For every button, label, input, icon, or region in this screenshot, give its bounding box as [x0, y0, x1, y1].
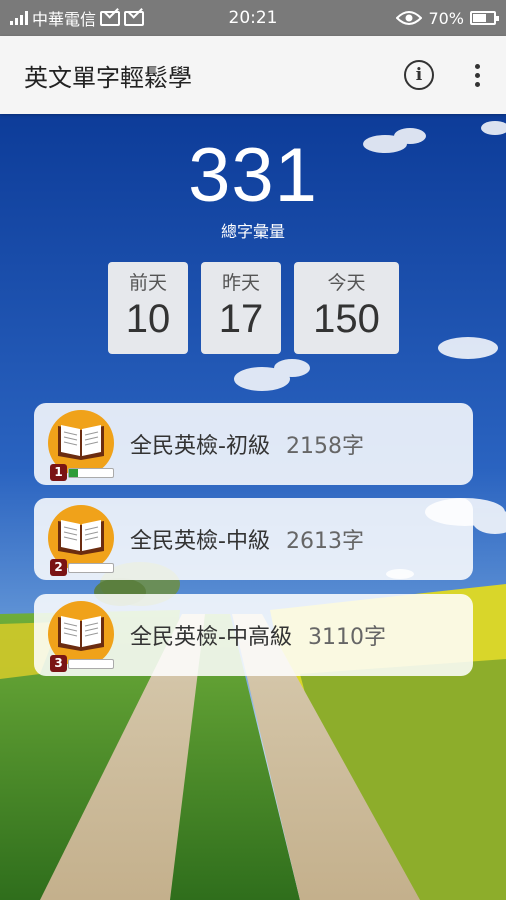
day-label: 昨天 [221, 272, 260, 294]
level-card-high-intermediate[interactable]: 3 全民英檢-中高級 3110字 [34, 594, 473, 676]
info-icon[interactable]: i [404, 60, 434, 90]
total-word-count-label: 總字彙量 [220, 222, 285, 241]
level-badge: 2 [50, 559, 67, 576]
carrier-label: 中華電信 [32, 10, 97, 29]
total-word-count: 331 [188, 133, 318, 218]
level-name: 全民英檢-中高級 [130, 625, 292, 650]
more-vert-icon[interactable] [472, 63, 482, 87]
app-bar: 英文單字輕鬆學 i [0, 36, 506, 114]
day-box-yesterday: 昨天 17 [201, 262, 281, 354]
level-name: 全民英檢-中級 [130, 529, 270, 554]
day-label: 前天 [128, 272, 167, 294]
level-card-intermediate[interactable]: 2 全民英檢-中級 2613字 [34, 498, 473, 580]
level-badge: 1 [50, 464, 67, 481]
app-title: 英文單字輕鬆學 [24, 63, 192, 92]
battery-percent: 70% [428, 8, 464, 28]
level-word-count: 3110字 [307, 625, 386, 650]
eye-icon [396, 11, 423, 25]
book-icon: 2 [48, 505, 114, 576]
level-name: 全民英檢-初級 [130, 434, 270, 459]
book-icon: 1 [48, 410, 114, 481]
day-value: 150 [313, 297, 380, 341]
day-box-day-before-yesterday: 前天 10 [108, 262, 188, 354]
day-value: 10 [125, 297, 171, 341]
level-word-count: 2613字 [285, 529, 364, 554]
day-box-today: 今天 150 [294, 262, 399, 354]
level-word-count: 2158字 [285, 434, 364, 459]
level-badge: 3 [50, 655, 67, 672]
day-label: 今天 [327, 272, 366, 294]
battery-icon [470, 11, 499, 25]
mail-icon [124, 10, 145, 26]
mail-icon [100, 10, 121, 26]
progress-bar [68, 468, 114, 478]
progress-bar [68, 659, 114, 669]
status-bar: 中華電信 20:21 70% [0, 0, 506, 36]
level-card-elementary[interactable]: 1 全民英檢-初級 2158字 [34, 403, 473, 485]
progress-bar [68, 563, 114, 573]
book-icon: 3 [48, 601, 114, 672]
signal-icon [10, 11, 28, 25]
clock: 20:21 [228, 8, 278, 28]
day-value: 17 [218, 297, 264, 341]
